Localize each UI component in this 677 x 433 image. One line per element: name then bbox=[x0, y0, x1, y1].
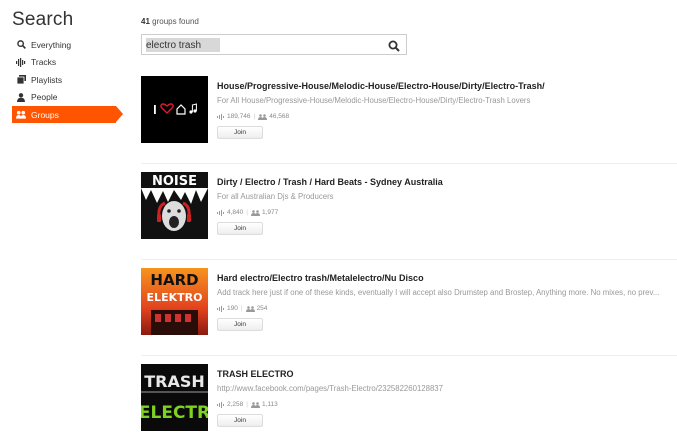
group-result: TRASH ELECTR TRASH ELECTRO http://www.fa… bbox=[141, 356, 677, 433]
stats-divider: | bbox=[240, 305, 243, 312]
nav-item-label: Everything bbox=[31, 39, 72, 50]
artwork-text: ELEKTRO bbox=[147, 291, 203, 304]
nav-item-everything[interactable]: Everything bbox=[12, 36, 132, 53]
group-title-link[interactable]: Dirty / Electro / Trash / Hard Beats - S… bbox=[217, 177, 677, 187]
search-icon[interactable] bbox=[388, 39, 400, 52]
group-description: For all Australian Djs & Producers bbox=[217, 192, 334, 201]
nav-item-label: Tracks bbox=[31, 57, 57, 67]
group-member-count: 254 bbox=[256, 305, 268, 312]
group-description[interactable]: http://www.facebook.com/pages/Trash-Elec… bbox=[217, 384, 677, 393]
members-icon bbox=[245, 305, 255, 312]
sidebar: Search Everything Tracks Playlists Peopl… bbox=[0, 0, 130, 433]
join-button[interactable]: Join bbox=[217, 126, 263, 139]
join-button[interactable]: Join bbox=[217, 318, 263, 331]
group-artwork[interactable]: HARD ELEKTRO bbox=[141, 268, 208, 335]
group-stats: 4,840 | 1,977 bbox=[217, 209, 677, 216]
group-artwork[interactable]: TRASH ELECTR bbox=[141, 364, 208, 431]
nav-item-groups[interactable]: Groups bbox=[12, 106, 123, 123]
page-title: Search bbox=[12, 9, 74, 30]
nav-item-label: Playlists bbox=[31, 74, 63, 85]
join-button[interactable]: Join bbox=[217, 414, 263, 427]
results-count-suffix: groups found bbox=[152, 17, 199, 26]
group-track-count: 190 bbox=[227, 305, 238, 312]
search-icon bbox=[16, 40, 26, 50]
members-icon bbox=[258, 113, 268, 120]
groups-icon bbox=[16, 110, 26, 120]
group-track-count: 189,746 bbox=[227, 113, 251, 120]
nav-item-playlists[interactable]: Playlists bbox=[12, 71, 132, 88]
group-artwork[interactable] bbox=[141, 76, 208, 143]
group-description: For All House/Progressive-House/Melodic-… bbox=[217, 96, 531, 105]
waveform-icon bbox=[16, 57, 26, 67]
group-member-count: 1,977 bbox=[261, 209, 279, 216]
group-title-link[interactable]: TRASH ELECTRO bbox=[217, 369, 677, 379]
artwork-text: NOISE bbox=[152, 174, 197, 189]
search-input[interactable] bbox=[146, 38, 386, 52]
group-result: HARD ELEKTRO Hard electro/Electro trash/… bbox=[141, 260, 677, 356]
waveform-icon bbox=[217, 401, 224, 408]
group-track-count: 4,840 bbox=[227, 209, 244, 216]
group-title-link[interactable]: Hard electro/Electro trash/Metalelectro/… bbox=[217, 273, 677, 283]
group-artwork[interactable]: NOISE bbox=[141, 172, 208, 239]
person-icon bbox=[16, 92, 26, 102]
group-title-link[interactable]: House/Progressive-House/Melodic-House/El… bbox=[217, 81, 677, 91]
group-stats: 189,746 | 46,568 bbox=[217, 113, 677, 120]
nav-item-tracks[interactable]: Tracks bbox=[12, 54, 132, 71]
group-member-count: 46,568 bbox=[269, 113, 290, 120]
group-track-count: 2,258 bbox=[227, 401, 244, 408]
waveform-icon bbox=[217, 305, 224, 312]
waveform-icon bbox=[217, 209, 224, 216]
artwork-text: TRASH bbox=[144, 372, 205, 391]
group-result: House/Progressive-House/Melodic-House/El… bbox=[141, 68, 677, 164]
nav-item-people[interactable]: People bbox=[12, 89, 132, 106]
group-results-list: House/Progressive-House/Melodic-House/El… bbox=[141, 68, 677, 433]
members-icon bbox=[250, 209, 260, 216]
stats-divider: | bbox=[246, 401, 248, 408]
stats-divider: | bbox=[246, 209, 248, 216]
group-stats: 2,258 | 1,113 bbox=[217, 401, 677, 408]
results-count-number: 41 bbox=[141, 17, 150, 26]
search-box[interactable] bbox=[141, 34, 407, 55]
stats-divider: | bbox=[253, 113, 256, 120]
results-count: 41 groups found bbox=[141, 17, 199, 26]
nav-item-label: People bbox=[31, 92, 58, 102]
nav-item-label: Groups bbox=[31, 109, 59, 120]
group-result: NOISE Dirty / Electro / Trash / Hard Bea… bbox=[141, 164, 677, 260]
artwork-text: ELECTR bbox=[141, 403, 208, 423]
playlist-icon bbox=[16, 75, 26, 85]
search-filter-nav: Everything Tracks Playlists People Group… bbox=[12, 36, 132, 124]
members-icon bbox=[250, 401, 260, 408]
group-description: Add track here just if one of these kind… bbox=[217, 288, 660, 297]
artwork-text: HARD bbox=[150, 271, 198, 289]
waveform-icon bbox=[217, 113, 224, 120]
group-member-count: 1,113 bbox=[261, 401, 278, 408]
group-stats: 190 | 254 bbox=[217, 305, 677, 312]
join-button[interactable]: Join bbox=[217, 222, 263, 235]
